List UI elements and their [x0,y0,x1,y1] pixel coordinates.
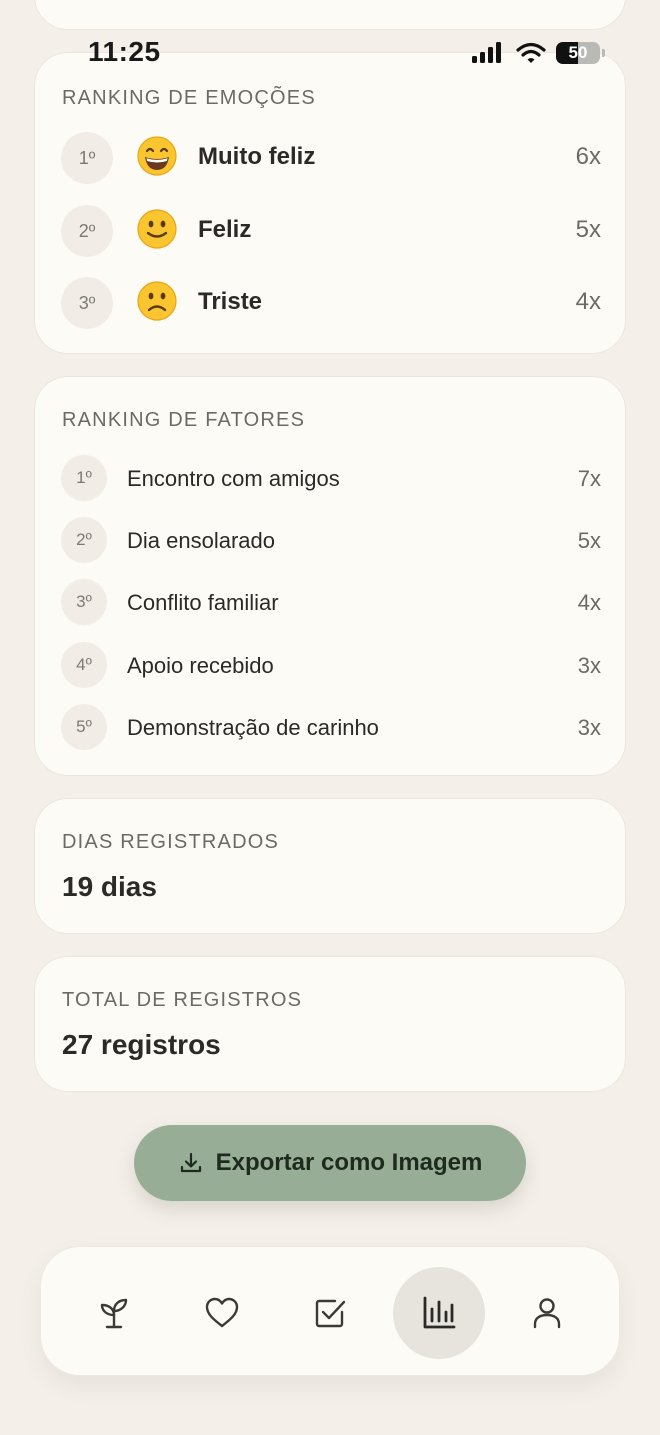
days-recorded-title: DIAS REGISTRADOS [62,831,280,853]
rank-badge: 4º [61,642,107,688]
emotion-count: 5x [575,216,601,243]
emotion-count: 6x [575,143,601,170]
battery-icon: 50 [556,42,600,64]
rank-badge: 3º [61,579,107,625]
factor-row: 2º Dia ensolarado 5x [35,515,627,565]
export-image-button[interactable]: Exportar como Imagem [134,1125,526,1201]
factor-label: Apoio recebido [127,653,274,678]
bottom-nav [40,1246,620,1376]
nav-emotions[interactable] [176,1267,268,1359]
factor-label: Demonstração de carinho [127,715,379,740]
download-icon [180,1152,201,1173]
status-time: 11:25 [88,36,161,67]
factor-row: 4º Apoio recebido 3x [35,640,627,690]
factor-row: 5º Demonstração de carinho 3x [35,702,627,752]
checkbox-icon [315,1299,346,1328]
rank-badge: 1º [61,455,107,501]
user-icon [533,1298,561,1329]
battery-text: 50 [568,43,588,62]
stats-screen: 11:25 50 RANKING DE EMOÇÕES 1º Muito fel… [0,0,660,1435]
factors-ranking-title: RANKING DE FATORES [62,409,306,431]
emotion-row: 3º Triste 4x [35,273,627,333]
factors-ranking-card: RANKING DE FATORES 1º Encontro com amigo… [34,376,626,776]
nav-profile[interactable] [501,1267,593,1359]
rank-badge: 1º [61,132,113,184]
status-bar: 11:25 50 [0,0,660,110]
factor-count: 5x [577,528,601,553]
grinning-face-emoji-icon [137,136,177,176]
battery-tip [602,49,605,57]
days-recorded-value: 19 dias [62,871,157,902]
nav-home[interactable] [68,1267,160,1359]
emotion-row: 2º Feliz 5x [35,201,627,261]
sprout-icon [100,1298,128,1329]
slightly-frowning-face-emoji-icon [137,281,177,321]
emotion-label: Muito feliz [198,143,316,170]
export-button-label: Exportar como Imagem [215,1149,483,1176]
factor-row: 1º Encontro com amigos 7x [35,453,627,503]
rank-badge: 2º [61,517,107,563]
emotion-row: 1º Muito feliz 6x [35,128,627,188]
slightly-smiling-face-emoji-icon [137,209,177,249]
total-records-value: 27 registros [62,1029,221,1060]
rank-badge: 5º [61,704,107,750]
total-records-title: TOTAL DE REGISTROS [62,989,303,1011]
factor-count: 3x [577,653,601,678]
factor-row: 3º Conflito familiar 4x [35,577,627,627]
heart-icon [205,1297,239,1328]
nav-statistics[interactable] [393,1267,485,1359]
emotion-label: Feliz [198,216,252,243]
rank-badge: 2º [61,205,113,257]
emotion-label: Triste [198,288,263,315]
signal-icon [472,42,501,63]
factor-count: 4x [577,590,601,615]
factor-label: Dia ensolarado [127,528,275,553]
bar-chart-icon [423,1296,456,1329]
rank-badge: 3º [61,277,113,329]
days-recorded-card: DIAS REGISTRADOS 19 dias [34,798,626,934]
factor-count: 7x [577,466,601,491]
factor-label: Encontro com amigos [127,466,340,491]
factor-count: 3x [577,715,601,740]
emotion-count: 4x [575,288,601,315]
nav-tasks[interactable] [284,1267,376,1359]
factor-label: Conflito familiar [127,590,279,615]
wifi-icon [516,42,546,63]
total-records-card: TOTAL DE REGISTROS 27 registros [34,956,626,1092]
